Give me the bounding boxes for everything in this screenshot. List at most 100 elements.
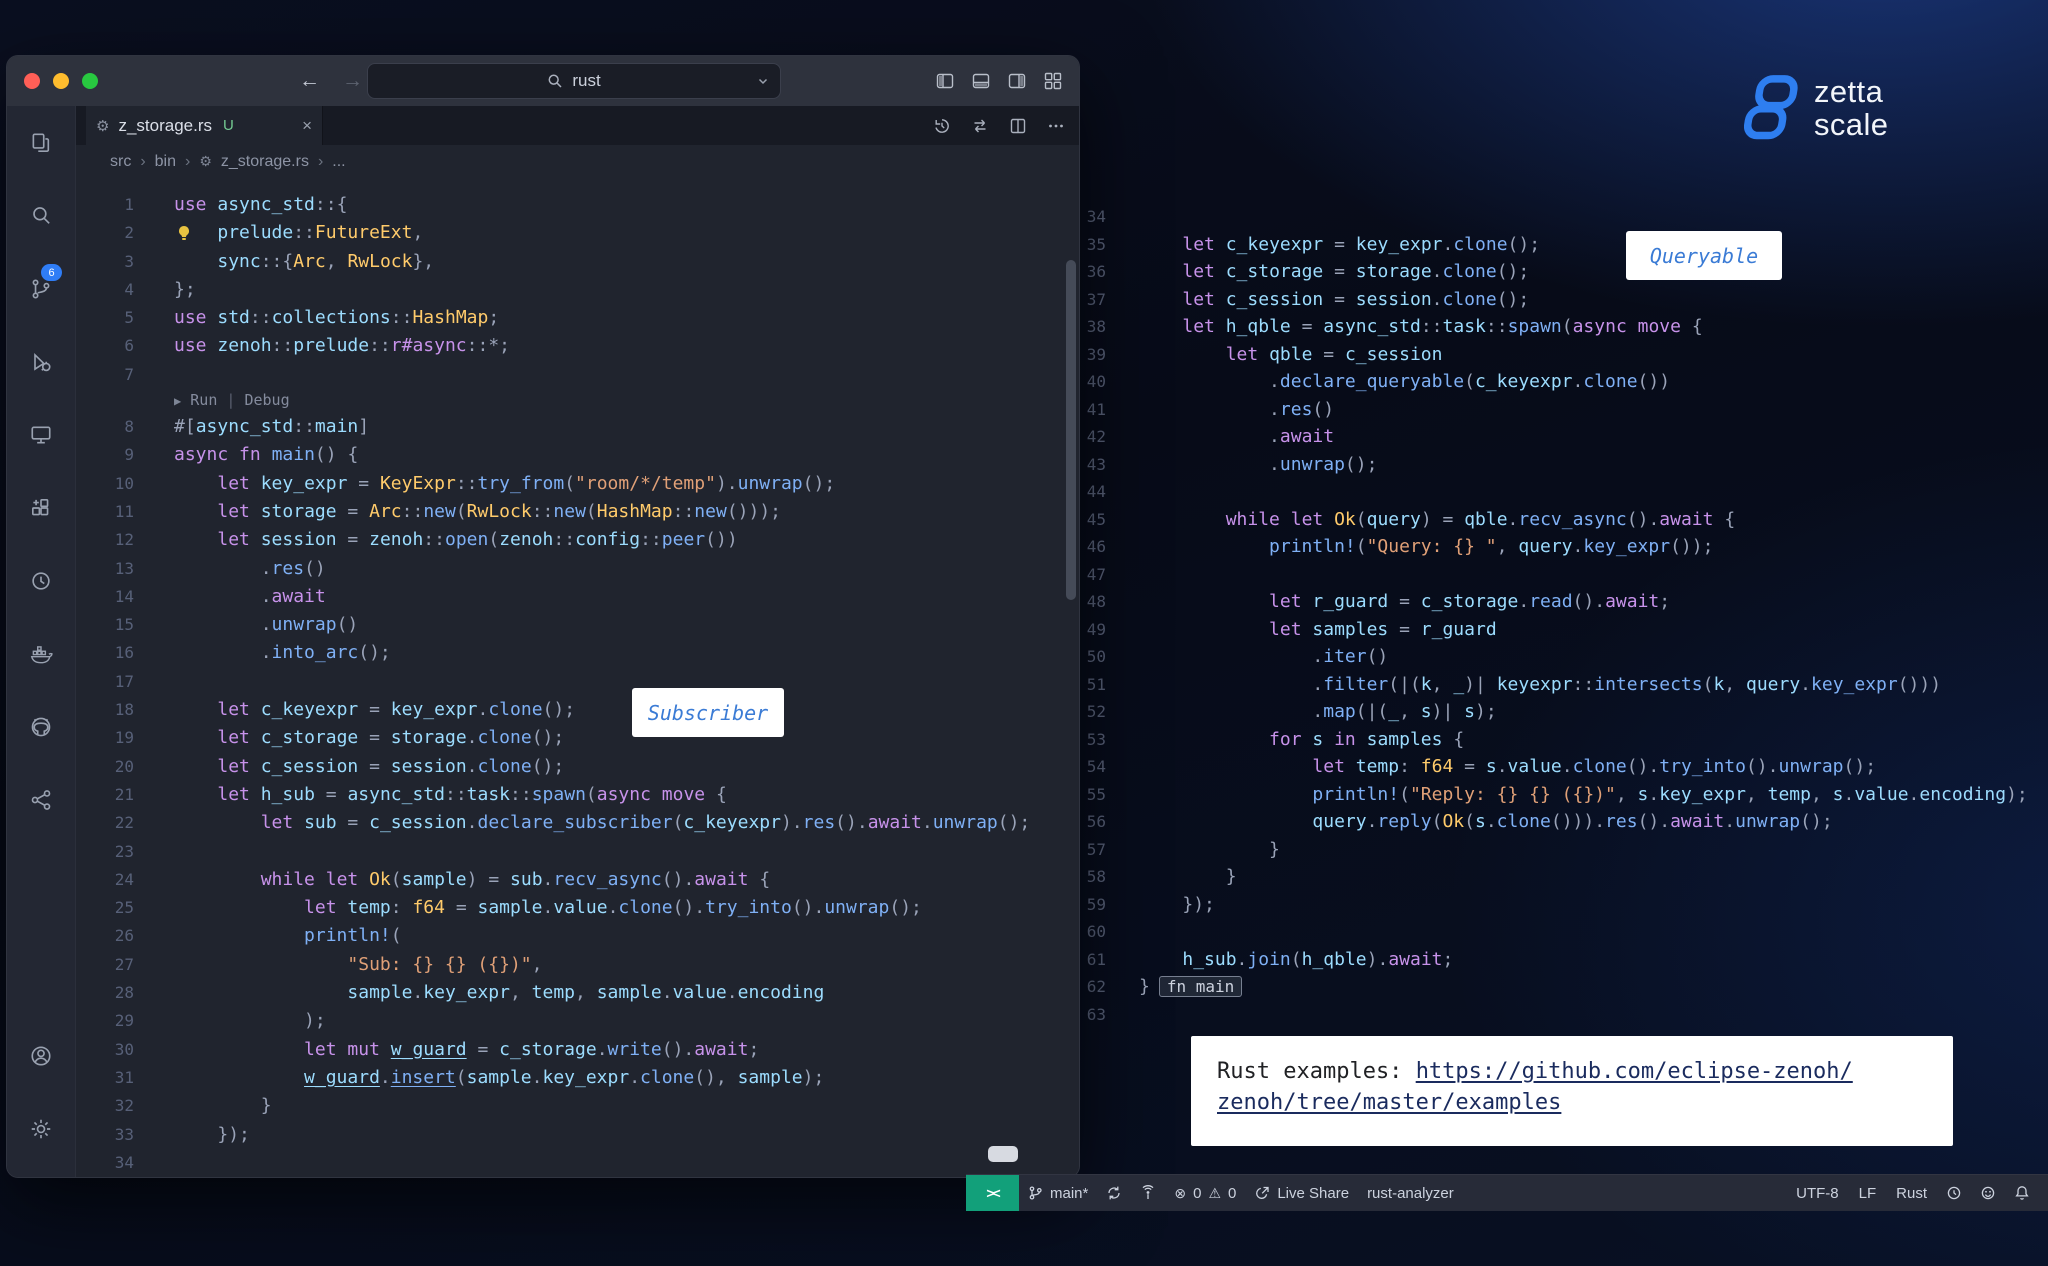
live-share-button[interactable]: Live Share (1245, 1175, 1358, 1211)
code-line[interactable]: 45 while let Ok(query) = qble.recv_async… (1040, 506, 2048, 534)
code-line[interactable]: 51 .filter(|(k, _)| keyexpr::intersects(… (1040, 671, 2048, 699)
codelens-debug[interactable]: Debug (244, 391, 289, 409)
code-line[interactable]: 31 w_guard.insert(sample.key_expr.clone(… (76, 1064, 1079, 1092)
code-line[interactable]: 23 (76, 838, 1079, 866)
quick-fix-lightbulb-icon[interactable] (176, 225, 192, 241)
code-line[interactable]: 39 let qble = c_session (1040, 341, 2048, 369)
encoding-status[interactable]: UTF-8 (1787, 1175, 1848, 1211)
extensions-icon[interactable] (7, 471, 75, 544)
breadcrumb-item[interactable]: src (110, 153, 131, 171)
problems-status[interactable]: ⊗ 0 ⚠ 0 (1165, 1175, 1245, 1211)
code-line[interactable]: 55 println!("Reply: {} {} ({})", s.key_e… (1040, 781, 2048, 809)
code-line[interactable]: 5 use std::collections::HashMap; (76, 304, 1079, 332)
gitlens-icon[interactable] (7, 544, 75, 617)
code-line[interactable]: 26 println!( (76, 922, 1079, 950)
code-line[interactable]: 4}; (76, 276, 1079, 304)
rust-analyzer-status[interactable]: rust-analyzer (1358, 1175, 1463, 1211)
feedback-smiley-icon[interactable] (1972, 1175, 2004, 1211)
remote-indicator[interactable]: >< (966, 1175, 1019, 1211)
window-titlebar[interactable]: ← → rust (7, 56, 1079, 106)
ports-status[interactable] (1131, 1175, 1165, 1211)
code-line[interactable]: 14 .await (76, 583, 1079, 611)
code-line[interactable]: 59 }); (1040, 891, 2048, 919)
customize-layout-icon[interactable] (1043, 71, 1063, 91)
navigate-forward-button[interactable]: → (342, 69, 363, 93)
code-line[interactable]: 18 let c_keyexpr = key_expr.clone(); (76, 696, 1079, 724)
code-line[interactable]: 36 let c_storage = storage.clone(); (1040, 258, 2048, 286)
close-window-button[interactable] (24, 73, 40, 89)
code-line[interactable]: 21 let h_sub = async_std::task::spawn(as… (76, 781, 1079, 809)
minimize-window-button[interactable] (53, 73, 69, 89)
code-line[interactable]: 3 sync::{Arc, RwLock}, (76, 248, 1079, 276)
code-line[interactable]: 29 ); (76, 1007, 1079, 1035)
code-line[interactable]: 15 .unwrap() (76, 611, 1079, 639)
code-line[interactable]: 33 }); (76, 1121, 1079, 1149)
code-line[interactable]: 16 .into_arc(); (76, 639, 1079, 667)
code-line[interactable]: 62} fn main (1040, 973, 2048, 1001)
git-branch-status[interactable]: main* (1019, 1175, 1097, 1211)
sync-status[interactable] (1097, 1175, 1131, 1211)
code-line[interactable]: 38 let h_qble = async_std::task::spawn(a… (1040, 313, 2048, 341)
code-line[interactable]: 47 (1040, 561, 2048, 589)
code-line[interactable]: 27 "Sub: {} {} ({})", (76, 951, 1079, 979)
close-tab-icon[interactable]: × (302, 116, 312, 136)
code-line[interactable]: 24 while let Ok(sample) = sub.recv_async… (76, 866, 1079, 894)
github-icon[interactable] (7, 690, 75, 763)
remote-explorer-icon[interactable] (7, 398, 75, 471)
toggle-sidebar-icon[interactable] (935, 71, 955, 91)
chevron-down-icon[interactable] (756, 74, 770, 88)
code-line[interactable]: 2 prelude::FutureExt, (76, 219, 1079, 247)
code-line[interactable]: 61 h_sub.join(h_qble).await; (1040, 946, 2048, 974)
examples-link[interactable]: https://github.com/eclipse-zenoh/ (1416, 1059, 1853, 1084)
code-line[interactable]: 17 (76, 668, 1079, 696)
timeline-history-icon[interactable] (933, 117, 951, 135)
code-line[interactable]: 10 let key_expr = KeyExpr::try_from("roo… (76, 470, 1079, 498)
more-actions-icon[interactable] (1047, 117, 1065, 135)
docker-icon[interactable] (7, 617, 75, 690)
breadcrumb[interactable]: src › bin › ⚙ z_storage.rs ›... (76, 145, 1079, 178)
code-line[interactable]: 22 let sub = c_session.declare_subscribe… (76, 809, 1079, 837)
code-line[interactable]: 41 .res() (1040, 396, 2048, 424)
code-line[interactable]: 57 } (1040, 836, 2048, 864)
code-line[interactable]: 12 let session = zenoh::open(zenoh::conf… (76, 526, 1079, 554)
code-line[interactable]: 53 for s in samples { (1040, 726, 2048, 754)
source-control-icon[interactable]: 6 (7, 252, 75, 325)
code-line[interactable]: 1 use async_std::{ (76, 191, 1079, 219)
codelens-run[interactable]: Run (190, 391, 217, 409)
accounts-icon[interactable] (7, 1019, 75, 1092)
breadcrumb-item[interactable]: bin (155, 153, 176, 171)
code-line[interactable]: 43 .unwrap(); (1040, 451, 2048, 479)
explorer-icon[interactable] (7, 106, 75, 179)
editor-right-pane[interactable]: 34 35 let c_keyexpr = key_expr.clone(); 36… (1040, 203, 2048, 1028)
compare-changes-icon[interactable] (971, 117, 989, 135)
code-line[interactable]: 40 .declare_queryable(c_keyexpr.clone()) (1040, 368, 2048, 396)
code-line[interactable]: 46 println!("Query: {} ", query.key_expr… (1040, 533, 2048, 561)
run-debug-icon[interactable] (7, 325, 75, 398)
horizontal-scrollbar-thumb[interactable] (988, 1146, 1018, 1162)
navigate-back-button[interactable]: ← (299, 69, 320, 93)
settings-gear-icon[interactable] (7, 1092, 75, 1165)
code-line[interactable]: 58 } (1040, 863, 2048, 891)
code-line[interactable]: 32 } (76, 1092, 1079, 1120)
code-line[interactable]: 50 .iter() (1040, 643, 2048, 671)
code-line[interactable]: 49 let samples = r_guard (1040, 616, 2048, 644)
language-mode-status[interactable]: Rust (1887, 1175, 1936, 1211)
code-line[interactable]: 19 let c_storage = storage.clone(); (76, 724, 1079, 752)
extension-status-icon[interactable] (1938, 1175, 1970, 1211)
code-line[interactable]: 9 async fn main() { (76, 441, 1079, 469)
vertical-scrollbar[interactable] (1066, 260, 1076, 600)
editor-left-pane[interactable]: 1 use async_std::{2 prelude::FutureExt, 3 … (76, 178, 1079, 1177)
breadcrumb-item[interactable]: z_storage.rs (221, 153, 309, 171)
code-line[interactable]: 54 let temp: f64 = s.value.clone().try_i… (1040, 753, 2048, 781)
code-line[interactable]: 52 .map(|(_, s)| s); (1040, 698, 2048, 726)
breadcrumb-item[interactable]: ... (332, 153, 345, 171)
code-line[interactable]: 30 let mut w_guard = c_storage.write().a… (76, 1036, 1079, 1064)
code-line[interactable]: 37 let c_session = session.clone(); (1040, 286, 2048, 314)
code-line[interactable]: 56 query.reply(Ok(s.clone())).res().awai… (1040, 808, 2048, 836)
zoom-window-button[interactable] (82, 73, 98, 89)
examples-link-line2[interactable]: zenoh/tree/master/examples (1217, 1090, 1561, 1115)
command-center-search[interactable]: rust (367, 63, 781, 99)
tab-z-storage[interactable]: ⚙ z_storage.rs U × (86, 106, 323, 145)
search-icon[interactable] (7, 179, 75, 252)
code-line[interactable]: 13 .res() (76, 555, 1079, 583)
